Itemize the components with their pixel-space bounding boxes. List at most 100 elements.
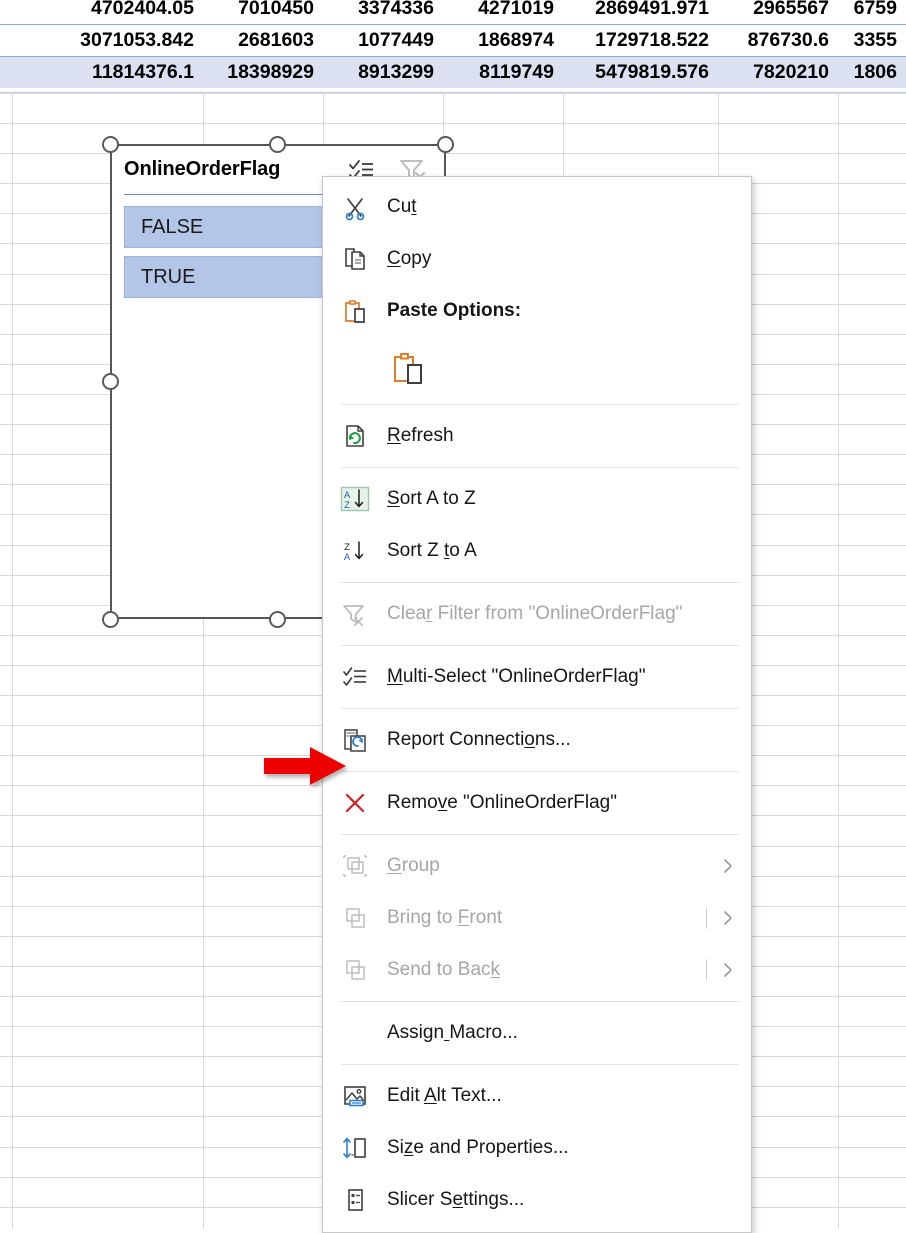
menu-item-edit-alt-text[interactable]: Edit Alt Text... [323, 1070, 751, 1122]
menu-item-label: Group [387, 855, 440, 876]
menu-item-label: Sort A to Z [387, 488, 476, 509]
spreadsheet-cell[interactable]: 4271019 [443, 0, 563, 20]
clear-filter-icon [323, 600, 387, 628]
menu-item-label: Edit Alt Text... [387, 1085, 502, 1106]
resize-handle-top-right[interactable] [437, 136, 454, 153]
menu-item-remove[interactable]: Remove "OnlineOrderFlag" [323, 777, 751, 829]
paste-icon [323, 297, 387, 325]
menu-item-label: Sort Z to A [387, 540, 477, 561]
resize-handle-middle-left[interactable] [102, 373, 119, 390]
scissors-icon [323, 193, 387, 221]
grid-row-line [0, 93, 906, 94]
menu-item-label: Report Connections... [387, 729, 571, 750]
sort-descending-icon: Z A [323, 537, 387, 565]
red-arrow-pointer [264, 747, 346, 785]
submenu-divider [706, 907, 707, 929]
slicer-item-label: FALSE [141, 215, 204, 238]
resize-handle-top-center[interactable] [269, 136, 286, 153]
menu-item-report-connections[interactable]: Report Connections... [323, 714, 751, 766]
multi-select-icon [323, 664, 387, 690]
chevron-right-icon [715, 909, 741, 927]
svg-text:A: A [344, 552, 351, 563]
row-separator [0, 24, 906, 25]
row-separator [0, 92, 906, 93]
group-icon [323, 852, 387, 880]
menu-separator [341, 834, 739, 835]
menu-item-label: Cut [387, 196, 417, 217]
spreadsheet-cell[interactable]: 3374336 [323, 0, 443, 20]
menu-item-slicer-settings[interactable]: Slicer Settings... [323, 1174, 751, 1226]
menu-item-size-and-properties[interactable]: Size and Properties... [323, 1122, 751, 1174]
spreadsheet-cell[interactable]: 876730.6 [718, 29, 838, 52]
menu-item-cut[interactable]: Cut [323, 181, 751, 233]
menu-item-label: Multi-Select "OnlineOrderFlag" [387, 666, 646, 687]
slicer-context-menu[interactable]: Cut Copy Paste Options: Refresh A Z Sort… [322, 176, 752, 1233]
spreadsheet-cell[interactable]: 2965567 [718, 0, 838, 20]
menu-item-label: Size and Properties... [387, 1137, 569, 1158]
spreadsheet-cell[interactable]: 2869491.971 [563, 0, 718, 20]
menu-separator [341, 1064, 739, 1065]
menu-item-multi-select[interactable]: Multi-Select "OnlineOrderFlag" [323, 651, 751, 703]
menu-item-group: Group [323, 840, 751, 892]
menu-separator [341, 467, 739, 468]
spreadsheet-cell[interactable]: 5479819.576 [563, 61, 718, 84]
spreadsheet-row[interactable]: 4702404.05 7010450 3374336 4271019 2869491.9… [0, 0, 906, 24]
spreadsheet-cell[interactable]: 11814376.1 [0, 61, 203, 84]
menu-item-label: Assign Macro... [387, 1022, 518, 1043]
slicer-title: OnlineOrderFlag [124, 158, 281, 180]
resize-handle-bottom-left[interactable] [102, 611, 119, 628]
spreadsheet-row[interactable]: 3071053.842 2681603 1077449 1868974 1729718.… [0, 24, 906, 56]
resize-handle-bottom-center[interactable] [269, 611, 286, 628]
menu-separator [341, 404, 739, 405]
spreadsheet-cell[interactable]: 4702404.05 [0, 0, 203, 20]
resize-handle-top-left[interactable] [102, 136, 119, 153]
spreadsheet-cell[interactable]: 1729718.522 [563, 29, 718, 52]
paste-keep-source-formatting-icon[interactable] [387, 347, 429, 389]
menu-item-bring-to-front: Bring to Front [323, 892, 751, 944]
menu-separator [341, 1001, 739, 1002]
spreadsheet-cell[interactable]: 8913299 [323, 61, 443, 84]
spreadsheet-cell[interactable]: 3355 [838, 29, 906, 52]
menu-item-copy[interactable]: Copy [323, 233, 751, 285]
menu-item-label: Copy [387, 248, 432, 269]
spreadsheet-row[interactable]: 11814376.1 18398929 8913299 8119749 5479819.… [0, 56, 906, 88]
menu-item-label: Clear Filter from "OnlineOrderFlag" [387, 603, 683, 624]
menu-item-label: Send to Back [387, 959, 501, 980]
spreadsheet-cell[interactable]: 7010450 [203, 0, 323, 20]
chevron-right-icon [715, 857, 741, 875]
spreadsheet-cell[interactable]: 1806 [838, 61, 906, 84]
menu-item-send-to-back: Send to Back [323, 944, 751, 996]
menu-separator [341, 645, 739, 646]
menu-item-sort-a-z[interactable]: A Z Sort A to Z [323, 473, 751, 525]
sort-ascending-icon: A Z [323, 485, 387, 513]
spreadsheet-cell[interactable]: 8119749 [443, 61, 563, 84]
menu-separator [341, 771, 739, 772]
menu-item-label: Refresh [387, 425, 454, 446]
menu-item-refresh[interactable]: Refresh [323, 410, 751, 462]
slicer-settings-icon [323, 1186, 387, 1214]
menu-item-assign-macro[interactable]: Assign Macro... [323, 1007, 751, 1059]
spreadsheet-cell[interactable]: 1077449 [323, 29, 443, 52]
paste-options-gallery[interactable] [323, 337, 751, 399]
menu-item-paste-options[interactable]: Paste Options: [323, 285, 751, 337]
refresh-icon [323, 422, 387, 450]
spreadsheet-cell[interactable]: 1868974 [443, 29, 563, 52]
row-separator [0, 56, 906, 57]
menu-item-sort-z-a[interactable]: Z A Sort Z to A [323, 525, 751, 577]
menu-separator [341, 582, 739, 583]
grid-row-line [0, 123, 906, 124]
svg-text:Z: Z [344, 500, 350, 511]
copy-icon [323, 245, 387, 273]
spreadsheet-cell[interactable]: 18398929 [203, 61, 323, 84]
spreadsheet-cell[interactable]: 3071053.842 [0, 29, 203, 52]
spreadsheet-cell[interactable]: 2681603 [203, 29, 323, 52]
spreadsheet-cell[interactable]: 7820210 [718, 61, 838, 84]
spreadsheet-cell[interactable]: 6759 [838, 0, 906, 20]
size-properties-icon [323, 1134, 387, 1162]
menu-item-clear-filter: Clear Filter from "OnlineOrderFlag" [323, 588, 751, 640]
menu-separator [341, 708, 739, 709]
grid-column-line [838, 93, 839, 1229]
bring-to-front-icon [323, 904, 387, 932]
grid-column-line [12, 93, 13, 1229]
send-to-back-icon [323, 956, 387, 984]
